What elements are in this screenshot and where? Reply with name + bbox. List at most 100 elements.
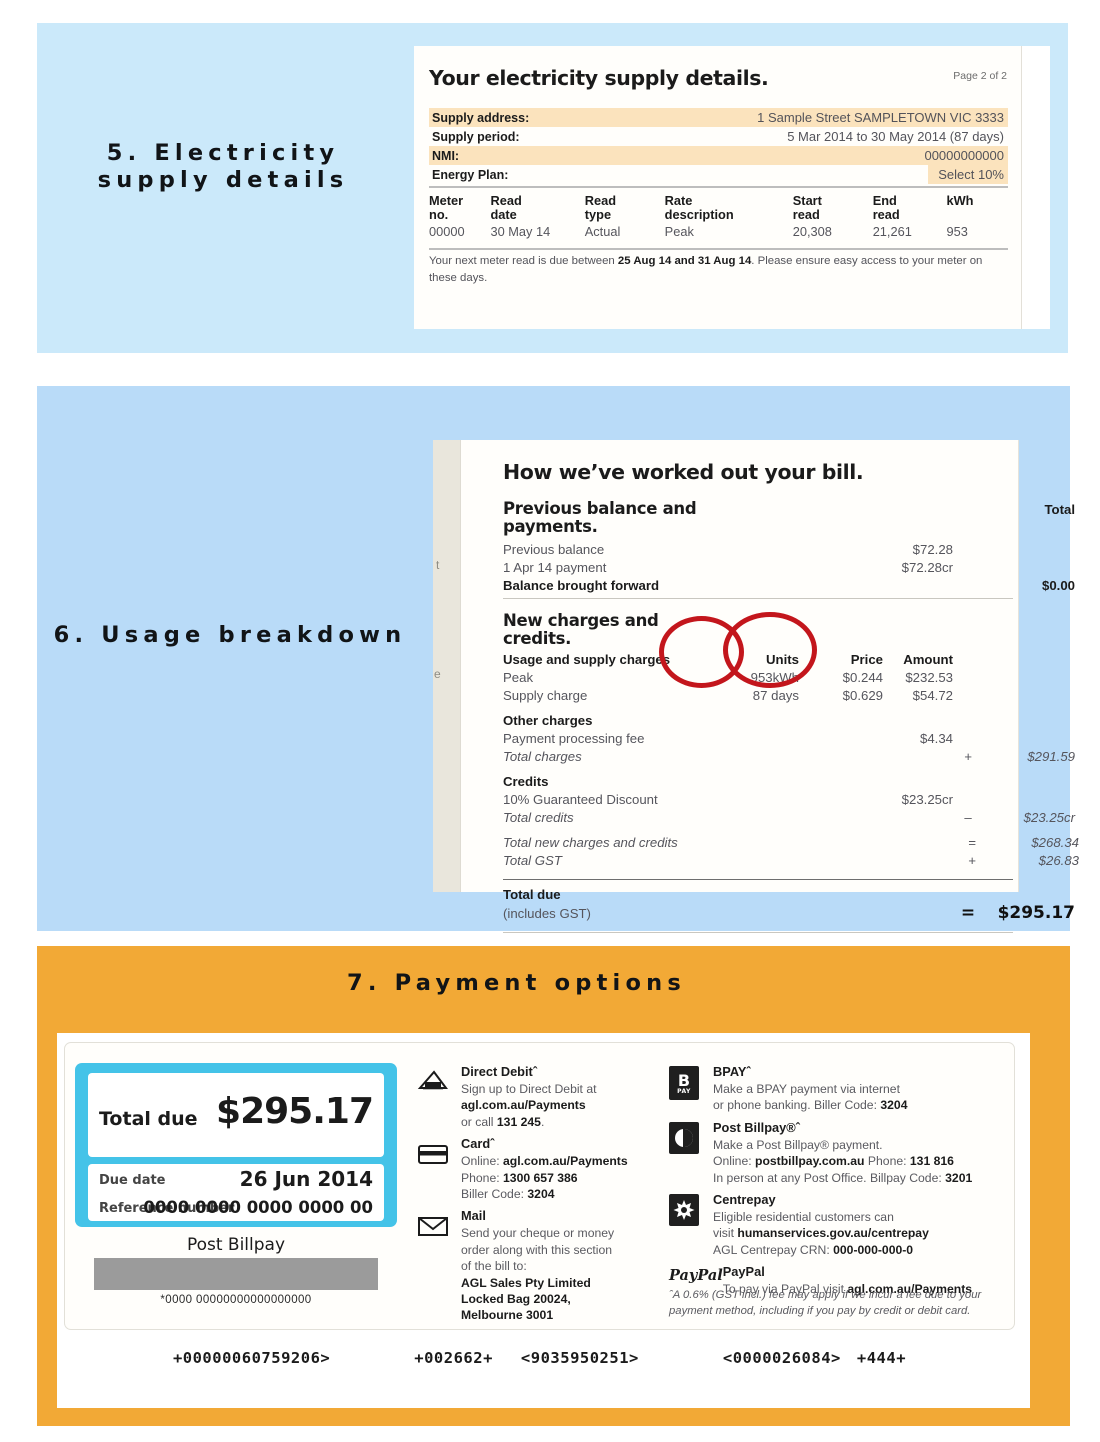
nmi-value: 00000000000: [924, 148, 1004, 163]
ocr-segment-2: +002662+: [414, 1349, 493, 1367]
supply-details-sheet: Your electricity supply details. Page 2 …: [414, 46, 1022, 329]
direct-debit-text: Direct Debitˆ Sign up to Direct Debit at…: [461, 1063, 662, 1130]
direct-debit-line-3-tail: .: [540, 1114, 545, 1129]
total-credits-row: Total credits – $23.25cr: [503, 809, 1075, 827]
payment-method-direct-debit: Direct Debitˆ Sign up to Direct Debit at…: [417, 1063, 662, 1130]
stub-reference-value: 0000 0000 0000 0000 00: [143, 1198, 373, 1217]
mail-address-line-1: AGL Sales Pty Limited: [461, 1275, 591, 1290]
th-meter-no: Meter no.: [429, 193, 464, 222]
ocr-segment-1: +00000060759206>: [172, 1349, 331, 1367]
centrepay-icon: [669, 1191, 713, 1258]
mail-line-2: order along with this section: [461, 1242, 613, 1257]
centrepay-url: humanservices.gov.au/centrepay: [737, 1226, 929, 1241]
total-gst-value: $26.83: [1038, 853, 1079, 868]
bpay-text: BPAYˆ Make a BPAY payment via internet o…: [713, 1063, 1019, 1114]
payment-options-card: Total due $295.17 Due date 26 Jun 2014 R…: [57, 1033, 1030, 1408]
section-5-heading: 5. Electricity supply details: [58, 140, 388, 195]
total-new-charges-label: Total new charges and credits: [503, 835, 678, 850]
total-due-sub: (includes GST): [503, 906, 591, 922]
total-new-charges-sign: =: [968, 835, 976, 850]
payment-methods-middle-column: Direct Debitˆ Sign up to Direct Debit at…: [417, 1063, 662, 1329]
mail-icon: [417, 1207, 461, 1323]
supply-charge-units: 87 days: [752, 688, 799, 703]
bill-breakdown-title: How we’ve worked out your bill.: [503, 460, 864, 484]
total-new-charges-value: $268.34: [1031, 835, 1079, 850]
direct-debit-icon: [417, 1063, 461, 1130]
stub-total-due-label: Total due: [99, 1108, 198, 1130]
energy-plan-row: Energy Plan: Select 10%: [429, 165, 1008, 184]
payment-processing-fee-label: Payment processing fee: [503, 731, 645, 746]
supply-details-card: Your electricity supply details. Page 2 …: [414, 46, 1050, 329]
table-top-rule: [429, 186, 1008, 188]
bpay-line-2: or phone banking. Biller Code:: [713, 1098, 881, 1113]
ocr-segment-4: <0000026084>: [722, 1349, 841, 1367]
total-credits-label: Total credits: [503, 810, 574, 825]
payment-slip: Total due $295.17 Due date 26 Jun 2014 R…: [64, 1042, 1015, 1330]
total-charges-value: $291.59: [1027, 749, 1075, 764]
th-kwh: kWh: [946, 193, 974, 208]
post-billpay-url: postbillpay.com.au: [755, 1154, 865, 1169]
supply-charge-label: Supply charge: [503, 688, 588, 703]
centrepay-line-1: Eligible residential customers can: [713, 1210, 894, 1225]
post-billpay-line-1: Make a Post Billpay® payment.: [713, 1137, 883, 1152]
post-billpay-icon: [669, 1119, 713, 1186]
bill-guide-page: 5. Electricity supply details Your elect…: [0, 0, 1100, 1442]
supply-period-label: Supply period:: [432, 130, 520, 144]
total-charges-label: Total charges: [503, 749, 582, 764]
mail-address-line-3: Melbourne 3001: [461, 1308, 554, 1323]
energy-plan-label: Energy Plan:: [432, 168, 509, 182]
card-biller-value: 3204: [527, 1187, 555, 1201]
card-online-url: agl.com.au/Payments: [503, 1154, 628, 1169]
section-7-heading: 7. Payment options: [347, 970, 686, 996]
supply-details-title: Your electricity supply details.: [429, 66, 769, 90]
energy-plan-value: Select 10%: [928, 165, 1008, 184]
payment-processing-fee-row: Payment processing fee $4.34: [503, 730, 1013, 748]
barcode-image: [94, 1258, 378, 1290]
td-kwh: 953: [946, 223, 968, 239]
total-new-charges-row: Total new charges and credits = $268.34: [503, 834, 1079, 852]
peak-price: $0.244: [842, 670, 883, 685]
other-charges-header-row: Other charges: [503, 712, 1013, 730]
total-gst-label: Total GST: [503, 853, 562, 868]
payment-method-centrepay: Centrepay Eligible residential customers…: [669, 1191, 1019, 1258]
centrepay-text: Centrepay Eligible residential customers…: [713, 1191, 1019, 1258]
centrepay-crn-value: 000-000-000-0: [833, 1242, 914, 1257]
total-gst-sign: +: [968, 853, 976, 868]
payment-fee-footnote: ˆA 0.6% (GST incl.) fee may apply if we …: [669, 1289, 982, 1317]
balance-brought-forward-row: Balance brought forward $0.00: [503, 577, 1075, 595]
price-annotation-circle: [723, 612, 817, 688]
mail-line-1: Send your cheque or money: [461, 1226, 615, 1241]
total-due-row: (includes GST) = $295.17: [503, 904, 1075, 923]
stub-total-due-value: $295.17: [216, 1091, 374, 1132]
peak-amount: $232.53: [905, 670, 953, 685]
total-due-label-row: Total due: [503, 886, 1013, 904]
supply-charge-row: Supply charge 87 days $0.629 $54.72: [503, 687, 1013, 705]
supply-period-row: Supply period: 5 Mar 2014 to 30 May 2014…: [429, 127, 1008, 146]
post-billpay-phone: 131 816: [909, 1154, 954, 1169]
section-5-heading-line2: supply details: [97, 167, 349, 194]
direct-debit-title: Direct Debitˆ: [461, 1064, 538, 1079]
section-6-heading: 6. Usage breakdown: [53, 622, 407, 648]
bill-breakdown-body: Previous balance and payments. Total Pre…: [503, 500, 1079, 934]
post-billpay-line-3: In person at any Post Office. Billpay Co…: [713, 1170, 946, 1185]
balance-brought-forward-value: $0.00: [1041, 578, 1075, 593]
total-gst-row: Total GST + $26.83: [503, 852, 1079, 870]
stub-due-date-label: Due date: [99, 1173, 166, 1188]
td-start-read: 20,308: [792, 223, 832, 239]
credits-header-row: Credits: [503, 773, 1013, 791]
note-dates: 25 Aug 14 and 31 Aug 14: [617, 255, 752, 267]
bpay-line-1: Make a BPAY payment via internet: [713, 1082, 900, 1097]
centrepay-title: Centrepay: [713, 1192, 776, 1207]
th-rate-description: Rate description: [664, 193, 734, 222]
previous-balance-row: Previous balance $72.28: [503, 541, 1013, 559]
total-due-bottom-rule: [503, 932, 1013, 934]
card-biller-label: Biller Code:: [461, 1187, 528, 1201]
nmi-row: NMI: 00000000000: [429, 146, 1008, 165]
adjacent-page-edge: t e: [433, 440, 460, 892]
payment-stub: Total due $295.17 Due date 26 Jun 2014 R…: [75, 1063, 397, 1227]
mail-address-line-2: Locked Bag 20024,: [461, 1291, 571, 1306]
direct-debit-phone: 131 245: [496, 1114, 541, 1129]
td-meter-no: 00000: [429, 223, 465, 239]
card-icon: [417, 1135, 461, 1202]
centrepay-visit-label: visit: [713, 1226, 738, 1241]
